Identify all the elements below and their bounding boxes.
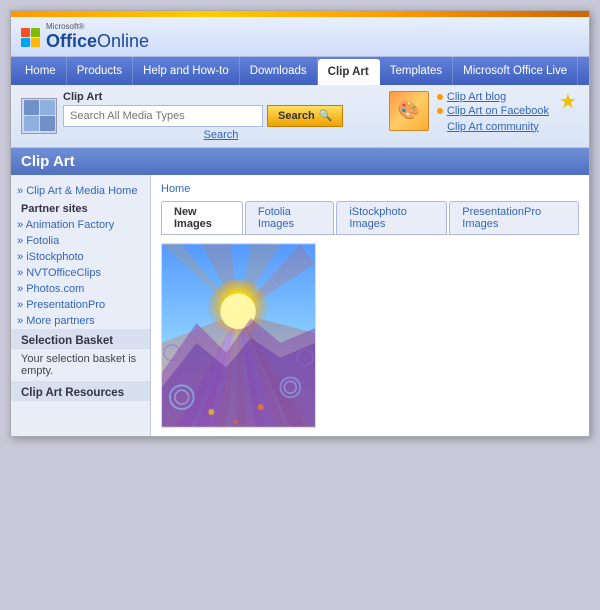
- search-right: 🎨 Clip Art blog Clip Art on Facebook Cli…: [389, 91, 579, 133]
- sidebar-selection-basket-title: Selection Basket: [11, 329, 150, 349]
- sidebar-link-animation[interactable]: Animation Factory: [11, 217, 150, 233]
- tab-fotolia[interactable]: Fotolia Images: [245, 201, 334, 234]
- sidebar-link-nvt[interactable]: NVTOfficeClips: [11, 265, 150, 281]
- sidebar-link-presentationpro[interactable]: PresentationPro: [11, 297, 150, 313]
- tabs-bar: New Images Fotolia Images iStockphoto Im…: [161, 201, 579, 235]
- online-label: Online: [97, 32, 149, 52]
- nav-home[interactable]: Home: [15, 57, 67, 85]
- bullet-icon-2: [437, 108, 443, 114]
- sidebar-partner-sites-label: Partner sites: [11, 199, 150, 217]
- clipart-icon-grid: [24, 100, 55, 131]
- clipart-icon: [21, 98, 57, 134]
- search-input[interactable]: [63, 105, 263, 127]
- header: Microsoft® Office Online: [11, 17, 589, 57]
- search-label: Clip Art: [63, 91, 379, 103]
- nav-products[interactable]: Products: [67, 57, 133, 85]
- nav-downloads[interactable]: Downloads: [240, 57, 318, 85]
- clipart-facebook-link[interactable]: Clip Art on Facebook: [437, 105, 549, 117]
- ca-sq-1: [24, 100, 39, 115]
- ca-sq-3: [24, 116, 39, 131]
- ca-sq-4: [40, 116, 55, 131]
- page-title: Clip Art: [21, 153, 75, 170]
- content-area: Home New Images Fotolia Images iStockpho…: [151, 175, 589, 436]
- tab-istockphoto[interactable]: iStockphoto Images: [336, 201, 447, 234]
- search-row: Search 🔍: [63, 105, 379, 127]
- search-button[interactable]: Search 🔍: [267, 105, 343, 127]
- logo-block: Microsoft® Office Online: [21, 23, 149, 52]
- nav-help[interactable]: Help and How-to: [133, 57, 240, 85]
- main-content: Clip Art & Media Home Partner sites Anim…: [11, 175, 589, 436]
- community-links: Clip Art blog Clip Art on Facebook Clip …: [437, 91, 549, 133]
- community-label[interactable]: Clip Art community: [437, 121, 549, 133]
- nav-bar: Home Products Help and How-to Downloads …: [11, 57, 589, 85]
- clipart-blog-label: Clip Art blog: [447, 91, 506, 103]
- logo-text: Microsoft® Office Online: [46, 23, 149, 52]
- ca-sq-2: [40, 100, 55, 115]
- bullet-icon: [437, 94, 443, 100]
- logo-icon: [21, 28, 40, 47]
- clipart-blog-link[interactable]: Clip Art blog: [437, 91, 549, 103]
- clipart-svg: [162, 244, 315, 427]
- breadcrumb[interactable]: Home: [161, 183, 579, 195]
- star-icon: ★: [557, 91, 579, 113]
- sidebar-resources-title: Clip Art Resources: [11, 381, 150, 401]
- sidebar-link-more[interactable]: More partners: [11, 313, 150, 329]
- search-area: Clip Art Search 🔍 Search 🎨 Clip Art blog: [11, 85, 589, 148]
- app-window: Microsoft® Office Online Home Products H…: [10, 10, 590, 437]
- nav-live[interactable]: Microsoft Office Live: [453, 57, 578, 85]
- page-title-bar: Clip Art: [11, 148, 589, 175]
- office-label: Office: [46, 32, 97, 52]
- logo-sq-blue: [21, 38, 30, 47]
- search-icon: 🔍: [319, 109, 333, 122]
- sidebar-link-istockphoto[interactable]: iStockphoto: [11, 249, 150, 265]
- sidebar-link-photos[interactable]: Photos.com: [11, 281, 150, 297]
- nav-templates[interactable]: Templates: [380, 57, 453, 85]
- tab-new-images[interactable]: New Images: [161, 201, 243, 234]
- sidebar-link-fotolia[interactable]: Fotolia: [11, 233, 150, 249]
- search-left: Clip Art Search 🔍 Search: [21, 91, 379, 141]
- search-button-label: Search: [278, 110, 315, 122]
- community-thumbnail: 🎨: [389, 91, 429, 131]
- search-input-block: Clip Art Search 🔍 Search: [63, 91, 379, 141]
- nav-clipart[interactable]: Clip Art: [318, 59, 380, 85]
- tab-presentationpro[interactable]: PresentationPro Images: [449, 201, 579, 234]
- sidebar-selection-basket-text: Your selection basket is empty.: [11, 349, 150, 381]
- logo-sq-yellow: [31, 38, 40, 47]
- clipart-facebook-label: Clip Art on Facebook: [447, 105, 549, 117]
- logo-sq-green: [31, 28, 40, 37]
- search-link[interactable]: Search: [63, 129, 379, 141]
- sidebar-link-media-home[interactable]: Clip Art & Media Home: [11, 183, 150, 199]
- logo-sq-red: [21, 28, 30, 37]
- clipart-featured-image: [161, 243, 316, 428]
- sidebar: Clip Art & Media Home Partner sites Anim…: [11, 175, 151, 436]
